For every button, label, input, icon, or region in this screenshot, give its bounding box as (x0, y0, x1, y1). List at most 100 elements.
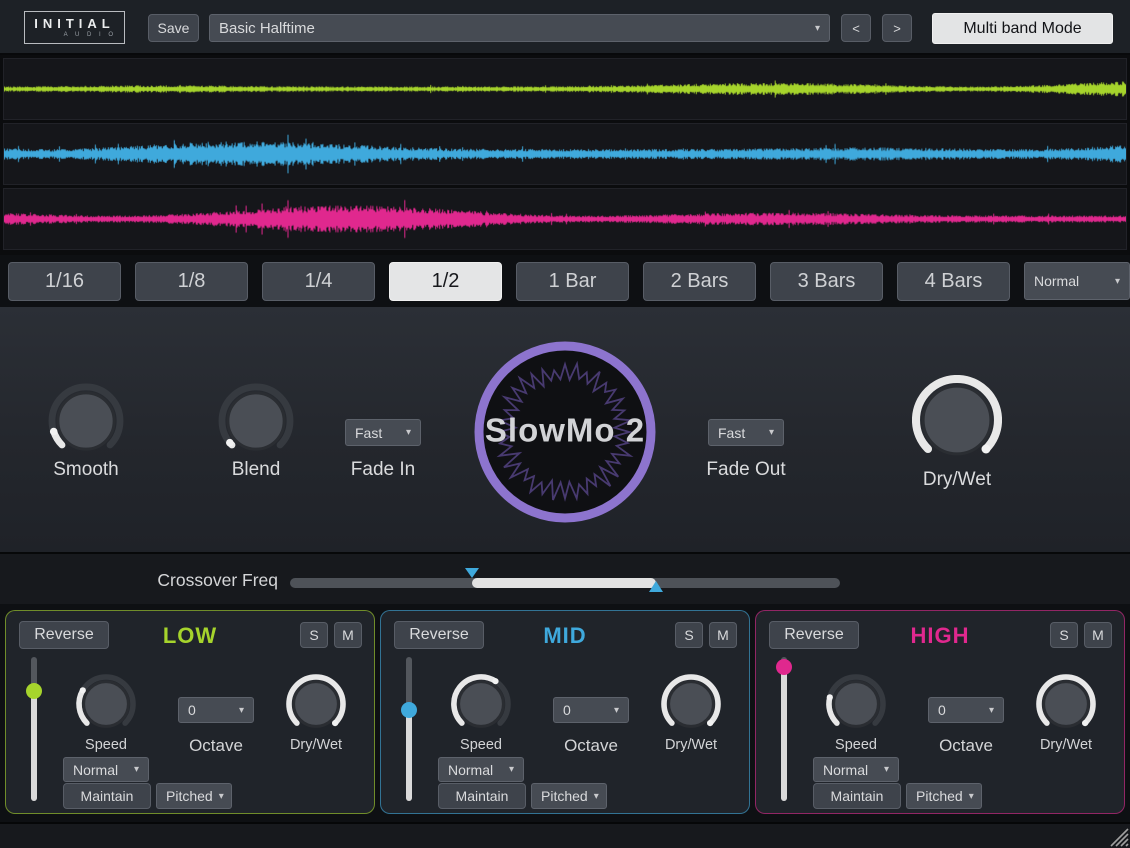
division-button-1-bar[interactable]: 1 Bar (516, 262, 629, 301)
mid-speed-label: Speed (431, 737, 531, 753)
time-division-row: 1/16 1/8 1/4 1/2 1 Bar 2 Bars 3 Bars 4 B… (0, 255, 1130, 307)
mid-octave-select[interactable]: 0 ▾ (553, 697, 629, 723)
mid-level-slider[interactable] (401, 657, 417, 801)
high-pitch-mode-value: Pitched (916, 788, 963, 804)
chevron-down-icon: ▾ (134, 764, 139, 775)
blend-knob[interactable] (218, 383, 294, 464)
chevron-down-icon: ▾ (884, 764, 889, 775)
main-control-panel: Smooth Blend Fast ▾ Fade In SlowMo 2 Fas… (0, 307, 1130, 554)
chevron-down-icon: ▾ (219, 791, 224, 802)
mid-mode-value: Normal (448, 762, 493, 778)
high-slider-handle[interactable] (776, 659, 792, 675)
low-dry-wet-label: Dry/Wet (266, 737, 366, 753)
chevron-down-icon: ▾ (969, 791, 974, 802)
chevron-down-icon: ▾ (769, 427, 774, 438)
mid-band-waveform (3, 123, 1127, 185)
mid-band-panel: Reverse MID S M Speed 0 ▾ Octave Dry/Wet… (380, 610, 750, 814)
high-solo-button[interactable]: S (1050, 622, 1078, 648)
division-button-1-8[interactable]: 1/8 (135, 262, 248, 301)
low-maintain-button[interactable]: Maintain (63, 783, 151, 809)
chevron-down-icon: ▾ (1115, 276, 1120, 287)
low-octave-label: Octave (166, 736, 266, 756)
chevron-down-icon: ▾ (989, 705, 994, 716)
crossover-range-fill (472, 578, 656, 588)
mid-mute-button[interactable]: M (709, 622, 737, 648)
low-slider-handle[interactable] (26, 683, 42, 699)
high-band-waveform (3, 188, 1127, 250)
mid-slider-fill (406, 710, 412, 801)
low-octave-select[interactable]: 0 ▾ (178, 697, 254, 723)
low-octave-value: 0 (188, 702, 196, 718)
division-button-3-bars[interactable]: 3 Bars (770, 262, 883, 301)
mid-maintain-button[interactable]: Maintain (438, 783, 526, 809)
low-solo-button[interactable]: S (300, 622, 328, 648)
crossover-section: Crossover Freq (0, 554, 1130, 604)
chevron-down-icon: ▾ (239, 705, 244, 716)
main-dry-wet-knob[interactable] (912, 375, 1002, 470)
fade-in-select[interactable]: Fast ▾ (345, 419, 421, 446)
low-band-panel: Reverse LOW S M Speed 0 ▾ Octave Dry/Wet… (5, 610, 375, 814)
high-slider-fill (781, 667, 787, 801)
mid-pitch-mode-value: Pitched (541, 788, 588, 804)
division-button-4-bars[interactable]: 4 Bars (897, 262, 1010, 301)
preset-value: Basic Halftime (219, 20, 315, 37)
chevron-down-icon: ▾ (815, 23, 820, 34)
division-button-1-4[interactable]: 1/4 (262, 262, 375, 301)
high-level-slider[interactable] (776, 657, 792, 801)
high-octave-select[interactable]: 0 ▾ (928, 697, 1004, 723)
logo-subtext: A U D I O (33, 32, 116, 38)
high-dry-wet-knob[interactable] (1035, 673, 1097, 740)
fade-out-label: Fade Out (696, 459, 796, 481)
mid-speed-knob[interactable] (450, 673, 512, 740)
save-button[interactable]: Save (148, 14, 199, 42)
mid-dry-wet-label: Dry/Wet (641, 737, 741, 753)
crossover-low-mid-handle[interactable] (465, 568, 479, 578)
next-preset-button[interactable]: > (882, 14, 912, 42)
mid-octave-value: 0 (563, 702, 571, 718)
chevron-down-icon: ▾ (406, 427, 411, 438)
division-mode-select[interactable]: Normal ▾ (1024, 262, 1130, 300)
mid-mode-select[interactable]: Normal ▾ (438, 757, 524, 782)
low-dry-wet-knob[interactable] (285, 673, 347, 740)
high-mode-select[interactable]: Normal ▾ (813, 757, 899, 782)
high-speed-label: Speed (806, 737, 906, 753)
high-maintain-button[interactable]: Maintain (813, 783, 901, 809)
crossover-mid-high-handle[interactable] (649, 581, 663, 592)
mid-dry-wet-knob[interactable] (660, 673, 722, 740)
multi-band-mode-button[interactable]: Multi band Mode (932, 13, 1113, 44)
smooth-knob[interactable] (48, 383, 124, 464)
smooth-label: Smooth (36, 459, 136, 481)
high-pitch-mode-select[interactable]: Pitched ▾ (906, 783, 982, 809)
division-button-2-bars[interactable]: 2 Bars (643, 262, 756, 301)
status-bar (0, 822, 1130, 848)
low-pitch-mode-select[interactable]: Pitched ▾ (156, 783, 232, 809)
mid-solo-button[interactable]: S (675, 622, 703, 648)
crossover-slider[interactable] (290, 578, 840, 588)
high-mode-value: Normal (823, 762, 868, 778)
fade-out-select[interactable]: Fast ▾ (708, 419, 784, 446)
mid-pitch-mode-select[interactable]: Pitched ▾ (531, 783, 607, 809)
low-speed-knob[interactable] (75, 673, 137, 740)
slowmo2-plugin-window: INITIAL A U D I O Save Basic Halftime ▾ … (0, 0, 1130, 848)
previous-preset-button[interactable]: < (841, 14, 871, 42)
mid-slider-handle[interactable] (401, 702, 417, 718)
low-mute-button[interactable]: M (334, 622, 362, 648)
high-speed-knob[interactable] (825, 673, 887, 740)
slowmo2-logo-dial: SlowMo 2 (472, 339, 658, 525)
chevron-down-icon: ▾ (614, 705, 619, 716)
division-button-1-16[interactable]: 1/16 (8, 262, 121, 301)
low-band-waveform (3, 58, 1127, 120)
low-mode-select[interactable]: Normal ▾ (63, 757, 149, 782)
low-pitch-mode-value: Pitched (166, 788, 213, 804)
plugin-title: SlowMo 2 (472, 411, 658, 449)
top-bar: INITIAL A U D I O Save Basic Halftime ▾ … (0, 0, 1130, 55)
high-band-panel: Reverse HIGH S M Speed 0 ▾ Octave Dry/We… (755, 610, 1125, 814)
division-button-1-2-selected[interactable]: 1/2 (389, 262, 502, 301)
low-level-slider[interactable] (26, 657, 42, 801)
preset-select[interactable]: Basic Halftime ▾ (209, 14, 830, 42)
high-dry-wet-label: Dry/Wet (1016, 737, 1116, 753)
crossover-freq-label: Crossover Freq (78, 570, 278, 591)
resize-grip-icon[interactable] (1107, 825, 1129, 847)
fade-in-value: Fast (355, 425, 382, 441)
high-mute-button[interactable]: M (1084, 622, 1112, 648)
